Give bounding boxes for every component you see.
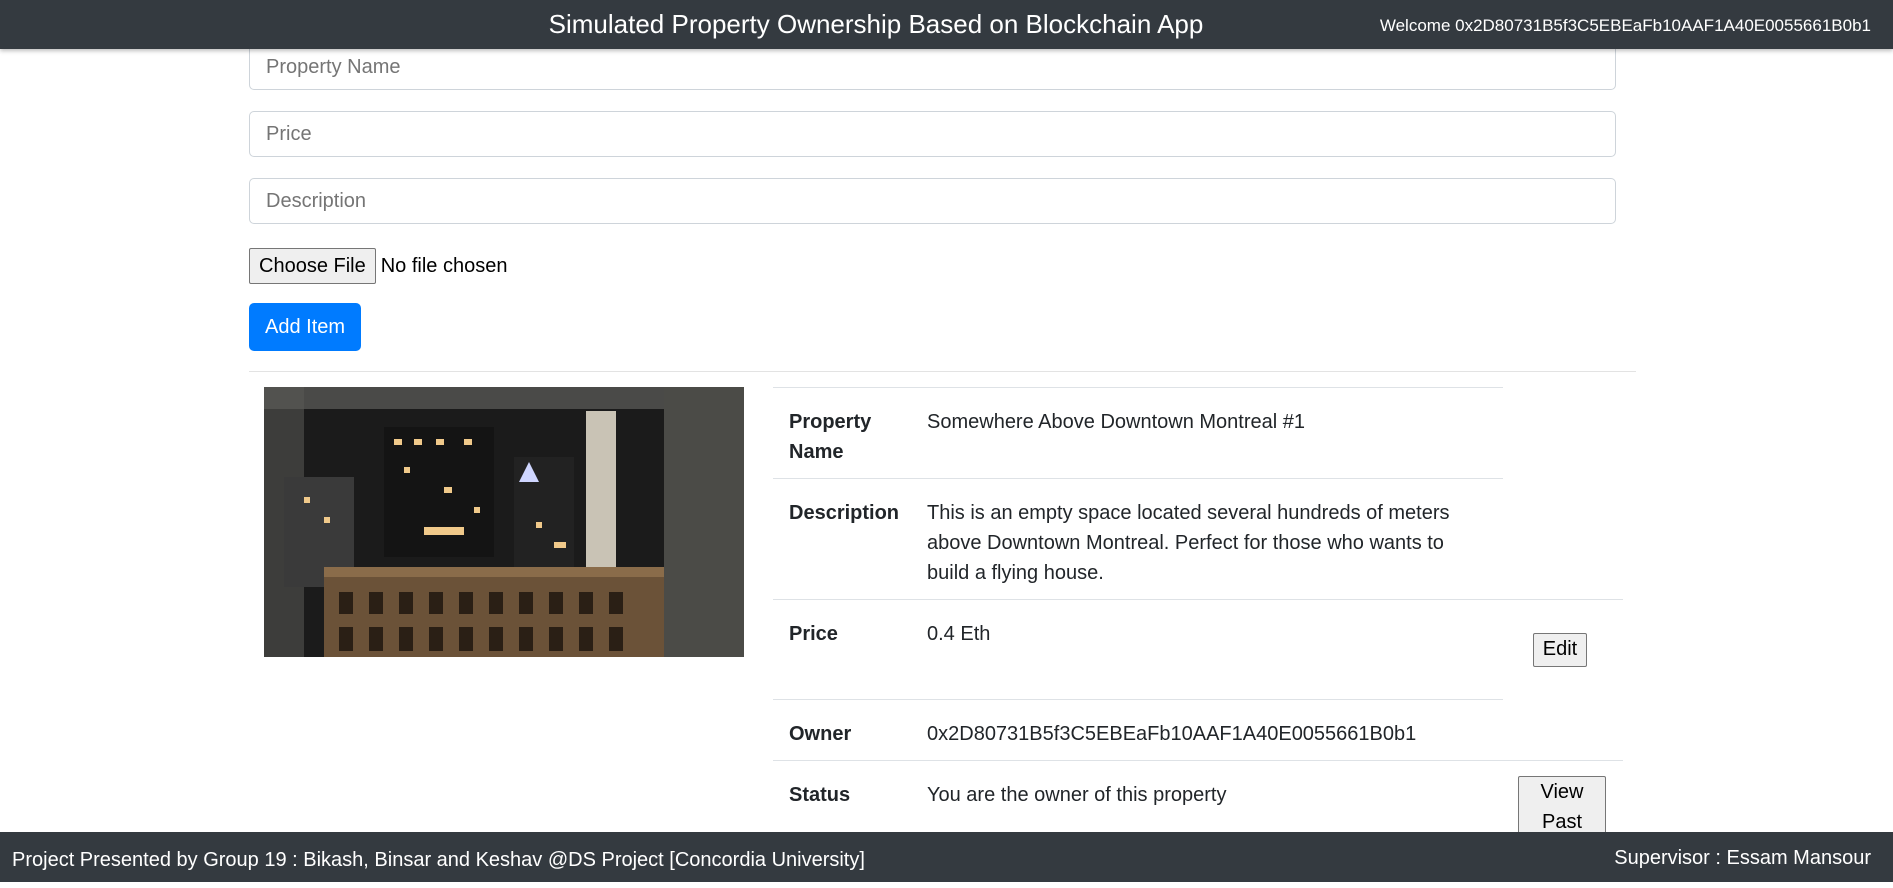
property-name-input[interactable] [249, 44, 1616, 90]
footer-supervisor: Supervisor : Essam Mansour [1614, 847, 1871, 869]
price-label: Price [789, 623, 838, 645]
edit-button[interactable]: Edit [1533, 633, 1587, 667]
status-row: Status You are the owner of this propert… [773, 760, 1623, 838]
file-status: No file chosen [380, 254, 508, 277]
description-label: Description [789, 502, 900, 524]
footer-bar: Project Presented by Group 19 : Bikash, … [0, 832, 1893, 882]
status-value: You are the owner of this property [927, 784, 1227, 806]
owner-row: Owner 0x2D80731B5f3C5EBEaFb10AAF1A40E005… [773, 699, 1503, 761]
owner-label: Owner [789, 723, 852, 745]
file-input: Choose File No file chosen [249, 247, 507, 285]
price-input[interactable] [249, 111, 1616, 157]
property-name-label: Property Name [789, 411, 872, 463]
property-name-value: Somewhere Above Downtown Montreal #1 [927, 411, 1305, 433]
choose-file-button[interactable]: Choose File [249, 248, 376, 284]
price-value: 0.4 Eth [927, 623, 991, 645]
footer-credits: Project Presented by Group 19 : Bikash, … [12, 849, 865, 871]
welcome-account: Welcome 0x2D80731B5f3C5EBEaFb10AAF1A40E0… [1379, 16, 1871, 35]
owner-value: 0x2D80731B5f3C5EBEaFb10AAF1A40E0055661B0… [927, 723, 1417, 745]
view-past-button[interactable]: View Past [1518, 776, 1606, 838]
description-value: This is an empty space located several h… [927, 502, 1450, 584]
status-label: Status [789, 784, 851, 806]
top-navbar: Simulated Property Ownership Based on Bl… [0, 0, 1893, 49]
city-night-photo [264, 387, 744, 657]
property-photo [264, 387, 744, 657]
price-row: Price 0.4 Eth Edit [773, 599, 1623, 700]
description-row: Description This is an empty space locat… [773, 478, 1503, 600]
description-input[interactable] [249, 178, 1616, 224]
property-name-row: Property Name Somewhere Above Downtown M… [773, 387, 1503, 479]
add-item-button[interactable]: Add Item [249, 303, 362, 351]
divider [249, 371, 1636, 372]
